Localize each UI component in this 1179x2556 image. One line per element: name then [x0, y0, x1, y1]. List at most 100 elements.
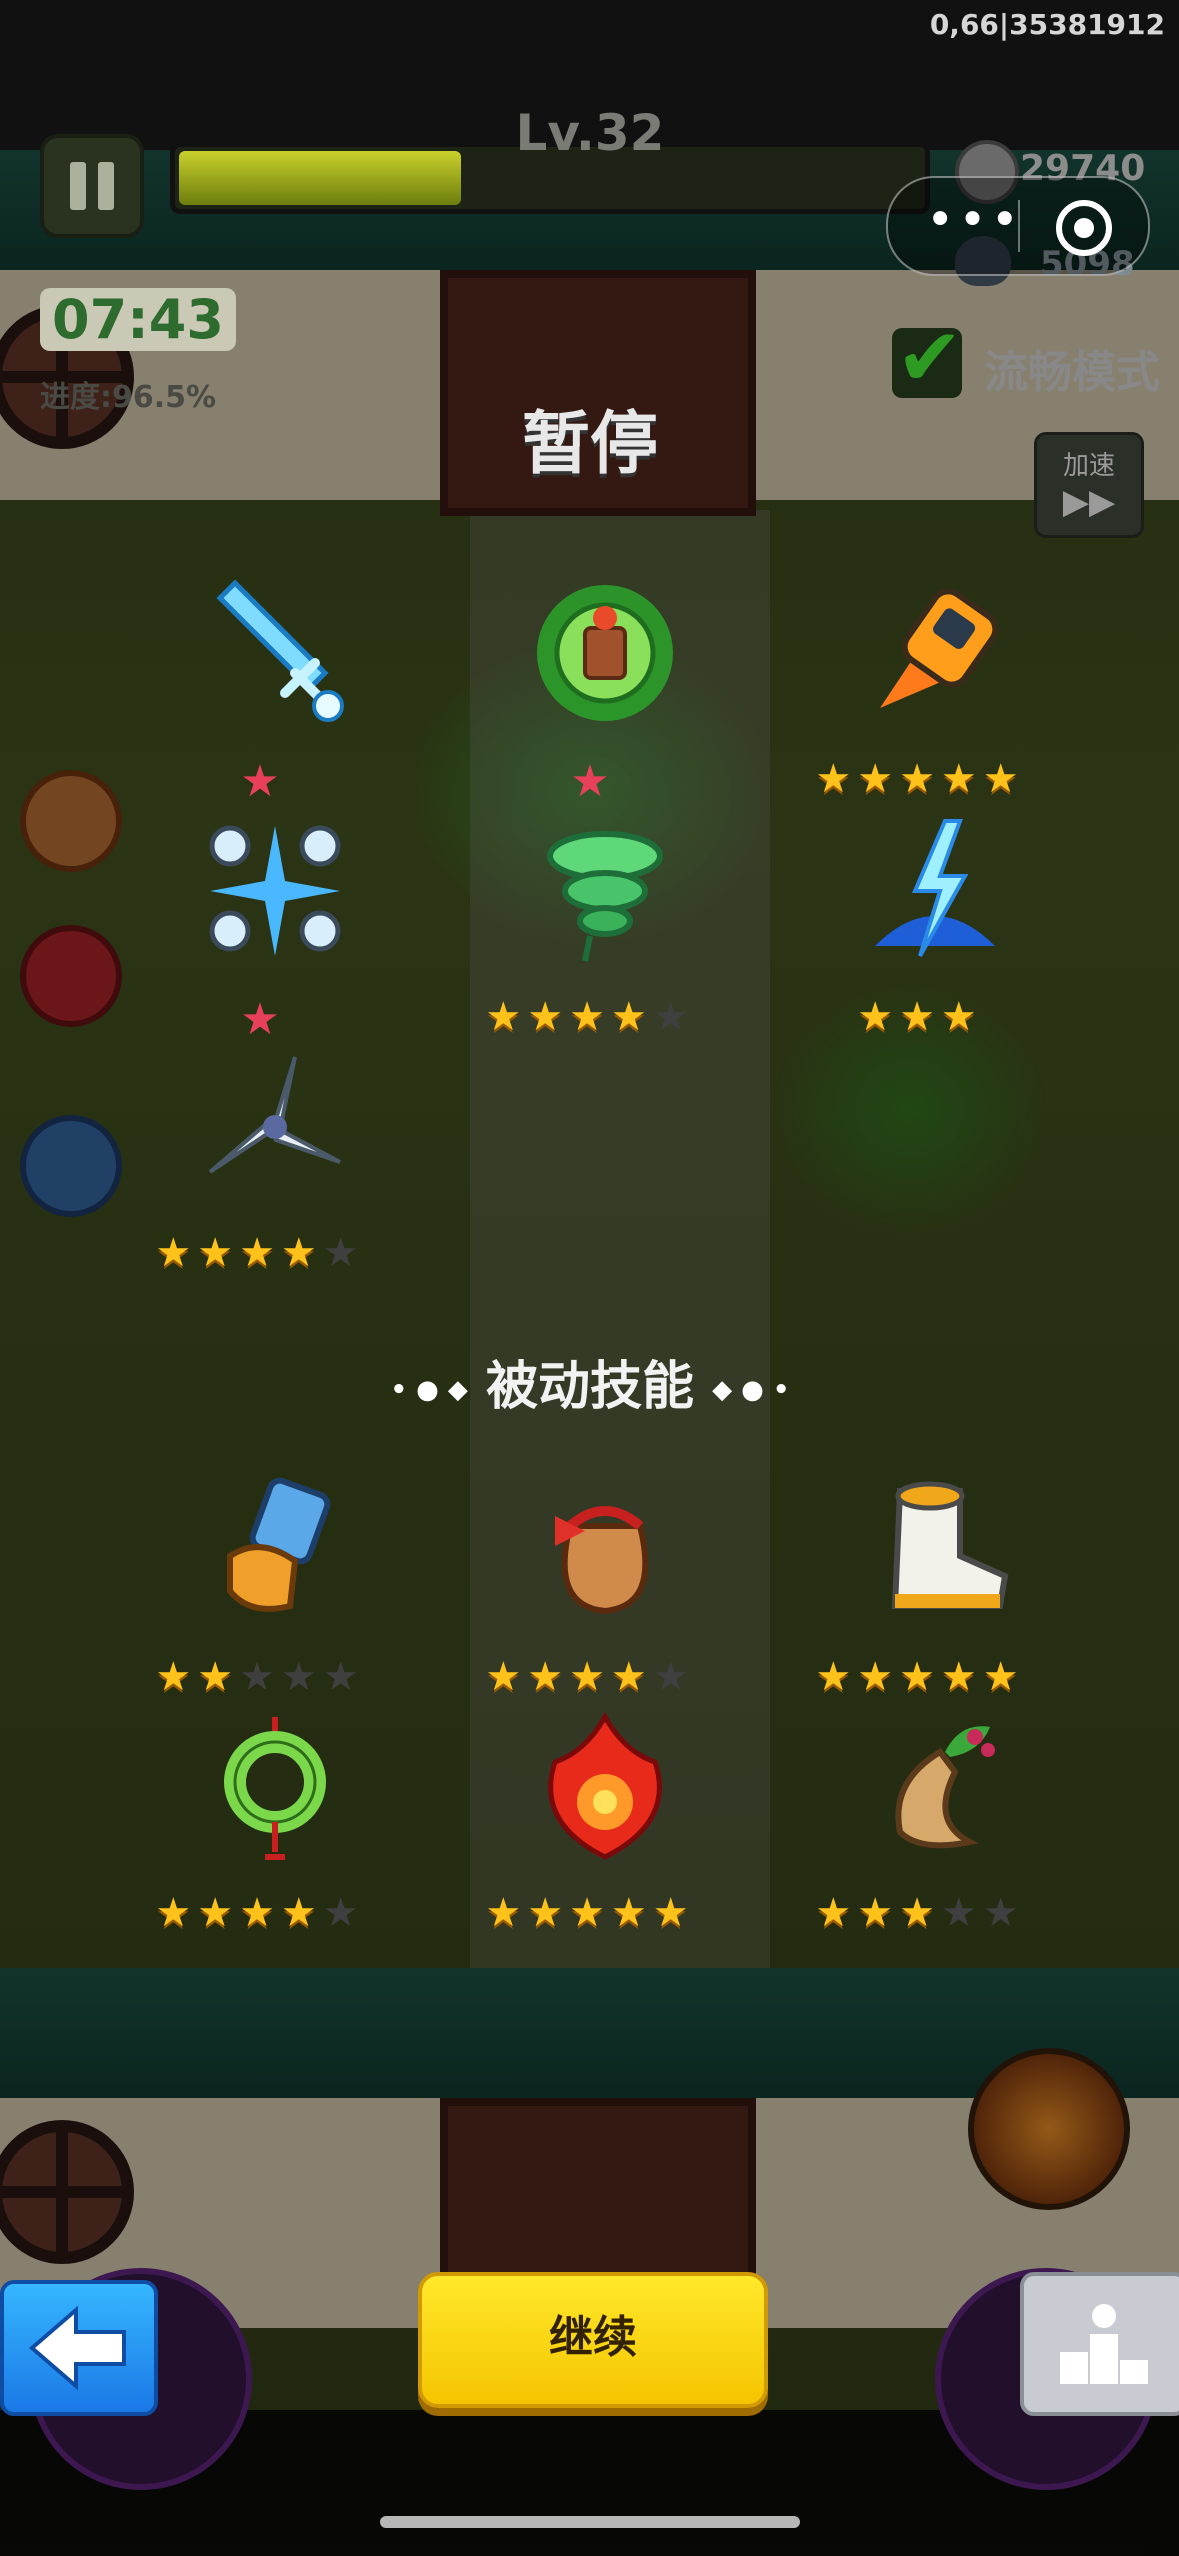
game-timer: 07:43 — [40, 288, 236, 351]
star-empty-icon: ★ — [940, 1890, 983, 1936]
star-filled-icon: ★ — [610, 994, 653, 1040]
continue-button[interactable]: 继续 — [418, 2272, 768, 2408]
star-filled-icon: ★ — [899, 756, 941, 802]
mini-program-capsule: ••• — [886, 176, 1150, 276]
star-filled-icon: ★ — [197, 1654, 240, 1700]
star-filled-icon: ★ — [940, 994, 983, 1040]
star-filled-icon: ★ — [280, 1230, 323, 1276]
active-skill-4: ★ — [140, 806, 380, 1046]
star-filled-icon: ★ — [527, 994, 570, 1040]
speed-up-button[interactable]: 加速 ▶▶ — [1034, 432, 1144, 538]
passive-skill-3: ★★★★★ — [800, 1466, 1040, 1706]
star-filled-icon: ★ — [527, 1890, 570, 1936]
back-button[interactable] — [0, 2280, 158, 2416]
star-rating: ★★★ — [800, 994, 1040, 1040]
rocket-fist-icon — [880, 588, 999, 708]
ginseng-icon — [895, 1726, 995, 1849]
passive-skills-title: 被动技能 — [485, 1357, 694, 1417]
star-rating: ★★★★★ — [800, 1890, 1040, 1936]
star-filled-icon: ★ — [857, 756, 900, 802]
ice-orbs-icon — [209, 825, 341, 956]
gauntlet-icon — [227, 1477, 331, 1612]
star-filled-icon: ★ — [569, 1654, 611, 1700]
star-rating: ★★★★★ — [800, 756, 1040, 802]
star-filled-icon: ★ — [857, 1890, 900, 1936]
passive-skill-6: ★★★★★ — [800, 1702, 1040, 1942]
star-filled-icon: ★ — [857, 1654, 900, 1700]
checkbox[interactable]: ✔ — [892, 318, 963, 398]
level-progress-fill — [179, 151, 461, 205]
star-filled-icon: ★ — [982, 756, 1025, 802]
star-filled-icon: ★ — [155, 1890, 198, 1936]
star-empty-icon: ★ — [322, 1230, 365, 1276]
passive-skill-1: ★★★★★ — [140, 1466, 380, 1706]
ice-sword-icon — [216, 579, 344, 722]
star-empty-icon: ★ — [239, 1654, 281, 1700]
star-filled-icon: ★ — [610, 1890, 653, 1936]
passive-skill-2: ★★★★★ — [470, 1466, 710, 1706]
star-filled-icon: ★ — [899, 1654, 941, 1700]
active-skill-7: ★★★★★ — [140, 1042, 380, 1282]
star-filled-icon: ★ — [569, 994, 611, 1040]
active-skill-3: ★★★★★ — [800, 568, 1040, 808]
back-arrow-icon — [28, 2305, 126, 2391]
star-filled-icon: ★ — [982, 1654, 1025, 1700]
fast-forward-icon: ▶▶ — [1062, 482, 1116, 522]
jade-ring-icon — [224, 1717, 326, 1860]
star-filled-icon: ★ — [940, 756, 983, 802]
checkmark-icon: ✔ — [896, 311, 964, 404]
star-filled-icon: ★ — [940, 1654, 983, 1700]
lucky-bag-icon — [555, 1506, 649, 1615]
active-skill-1: ★ — [140, 568, 380, 808]
evolved-star: ★ — [240, 994, 280, 1045]
podium-icon — [1060, 2304, 1148, 2384]
star-rating: ★★★★★ — [140, 1654, 380, 1700]
star-filled-icon: ★ — [155, 1654, 198, 1700]
star-rating: ★★★★★ — [470, 994, 710, 1040]
star-empty-icon: ★ — [322, 1654, 365, 1700]
star-rating: ★★★★★ — [470, 1890, 710, 1936]
star-filled-icon: ★ — [527, 1654, 570, 1700]
evolved-star: ★ — [240, 756, 280, 807]
stage-progress: 进度:96.5% — [40, 380, 217, 415]
star-filled-icon: ★ — [485, 994, 528, 1040]
star-empty-icon: ★ — [652, 994, 695, 1040]
smooth-mode-label: 流畅模式 — [984, 347, 1160, 398]
fire-spirit-icon — [548, 1712, 662, 1860]
star-empty-icon: ★ — [652, 1654, 695, 1700]
leaderboard-button[interactable] — [1020, 2272, 1179, 2416]
star-filled-icon: ★ — [899, 994, 941, 1040]
star-filled-icon: ★ — [815, 756, 858, 802]
passive-skills-header: • ● ◆ 被动技能 ◆ ● • — [390, 1357, 790, 1417]
active-skill-2: ★ — [470, 568, 710, 808]
star-empty-icon: ★ — [982, 1890, 1025, 1936]
star-filled-icon: ★ — [610, 1654, 653, 1700]
more-dots-icon[interactable]: ••• — [926, 196, 1019, 246]
boots-icon — [891, 1481, 1009, 1609]
passive-skill-4: ★★★★★ — [140, 1702, 380, 1942]
star-rating: ★★★★★ — [140, 1230, 380, 1276]
target-close-icon[interactable] — [1056, 200, 1112, 256]
star-filled-icon: ★ — [239, 1230, 281, 1276]
pause-title: 暂停 — [521, 405, 658, 484]
star-rating: ★★★★★ — [470, 1654, 710, 1700]
star-filled-icon: ★ — [485, 1890, 528, 1936]
star-filled-icon: ★ — [815, 1654, 858, 1700]
evolved-star: ★ — [570, 756, 610, 807]
active-skill-6: ★★★ — [800, 806, 1040, 1046]
star-filled-icon: ★ — [857, 994, 900, 1040]
star-empty-icon: ★ — [280, 1654, 323, 1700]
star-filled-icon: ★ — [280, 1890, 323, 1936]
shuriken-icon — [208, 1056, 341, 1174]
whirlwind-icon — [547, 831, 663, 962]
star-empty-icon: ★ — [322, 1890, 365, 1936]
lightning-icon — [875, 819, 995, 957]
pause-icon — [70, 162, 86, 210]
star-filled-icon: ★ — [815, 1890, 858, 1936]
active-skill-5: ★★★★★ — [470, 806, 710, 1046]
home-indicator — [380, 2516, 800, 2528]
passive-skill-5: ★★★★★ — [470, 1702, 710, 1942]
pause-button[interactable] — [40, 134, 144, 238]
status-text: 0,66|35381912 — [929, 8, 1165, 41]
star-filled-icon: ★ — [652, 1890, 695, 1936]
